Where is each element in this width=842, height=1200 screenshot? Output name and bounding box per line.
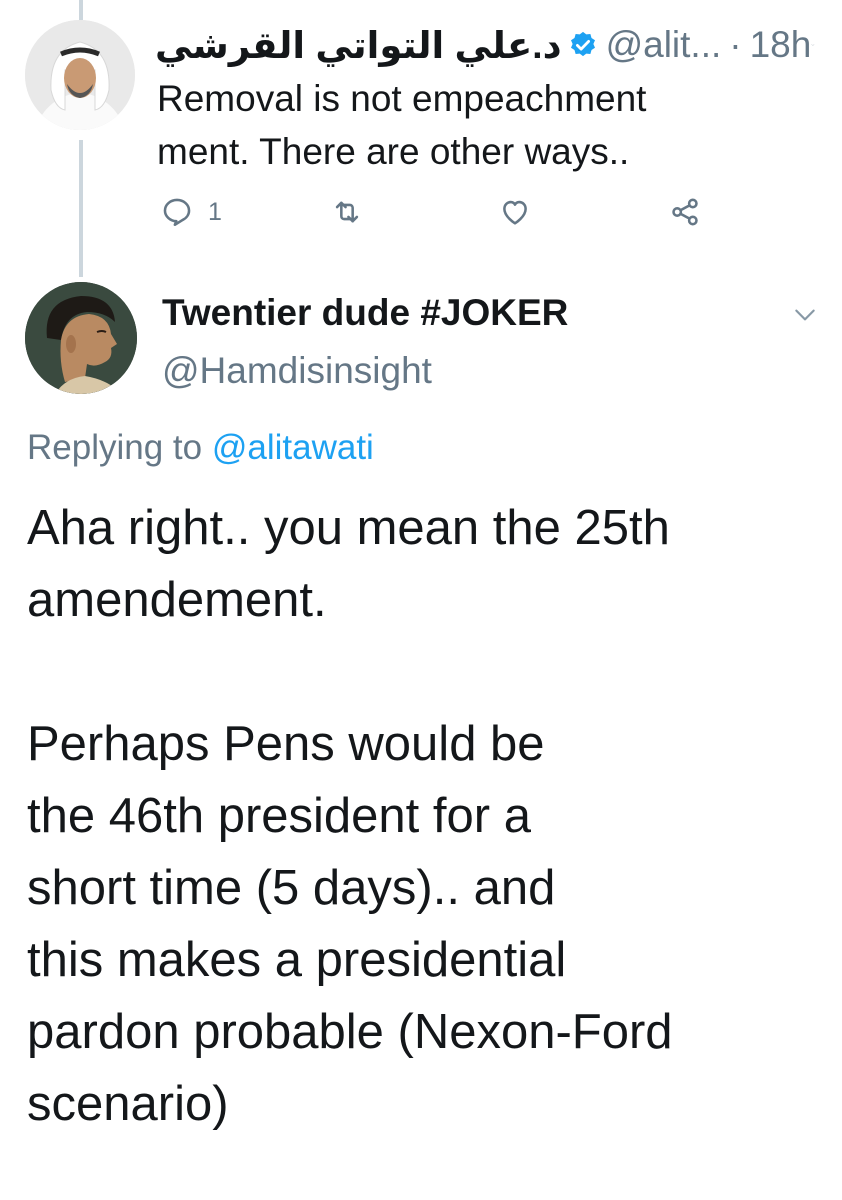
separator-dot: ·: [729, 24, 742, 65]
replying-to-label: Replying to: [27, 428, 203, 467]
reply-count: 1: [208, 197, 222, 226]
reply-tweet-text: Aha right.. you mean the 25th amendement…: [27, 501, 673, 1131]
thread-line-connector: [79, 140, 83, 277]
thread-line-top: [79, 0, 83, 20]
parent-header: د.علي التواتي القرشي @alit... · 18h: [155, 20, 815, 70]
share-icon: [672, 198, 698, 226]
reply-handle[interactable]: @Hamdisinsight: [162, 350, 432, 392]
like-button[interactable]: [498, 195, 532, 229]
chevron-down-icon[interactable]: [792, 302, 818, 328]
parent-timestamp[interactable]: 18h: [750, 24, 812, 66]
avatar-photo: [25, 20, 135, 130]
reply-icon: [163, 198, 191, 227]
like-icon: [503, 200, 527, 225]
retweet-button[interactable]: [330, 195, 364, 229]
reply-button[interactable]: 1: [160, 195, 222, 229]
avatar-photo: [25, 282, 137, 394]
verified-badge-icon: [568, 30, 598, 60]
chevron-down-icon[interactable]: [811, 32, 815, 58]
reply-avatar[interactable]: [25, 282, 137, 394]
parent-tweet-text: Removal is not empeachment ment. There a…: [157, 78, 647, 172]
share-button[interactable]: [668, 195, 702, 229]
parent-action-bar: 1: [160, 195, 720, 239]
parent-avatar[interactable]: [25, 20, 135, 130]
reply-display-name[interactable]: Twentier dude #JOKER: [162, 292, 568, 334]
replying-to-line: Replying to @alitawati: [27, 428, 374, 468]
replying-to-mention[interactable]: @alitawati: [212, 428, 374, 467]
retweet-icon: [335, 201, 359, 223]
parent-display-name[interactable]: د.علي التواتي القرشي: [155, 24, 562, 67]
parent-handle[interactable]: @alit...: [606, 24, 722, 66]
